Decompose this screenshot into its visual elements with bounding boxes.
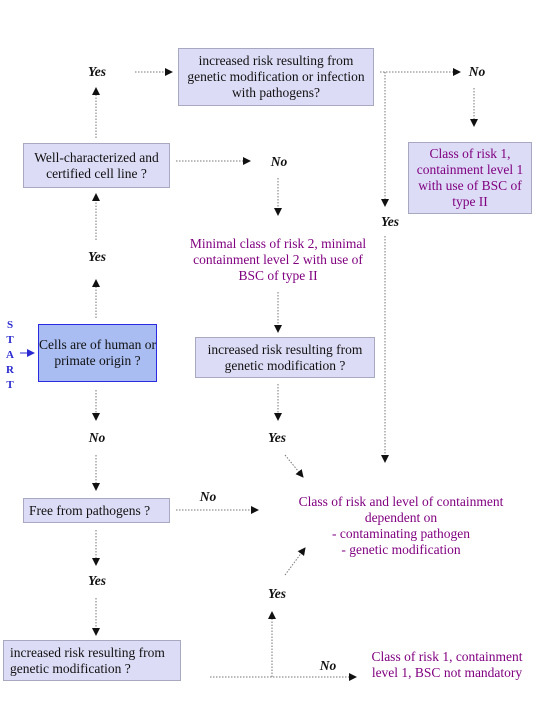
arrow-yes-dependent2 <box>284 454 304 478</box>
label-yes: Yes <box>88 249 106 264</box>
label-no: No <box>199 489 217 504</box>
label-yes: Yes <box>88 64 106 79</box>
outcome-class1-no-bsc: Class of risk 1, containment level 1, BS… <box>371 649 523 680</box>
box-risk-gm-bottom[interactable]: increased risk resulting from genetic mo… <box>3 640 181 681</box>
outcome-dependent-line: - genetic modification <box>341 542 461 557</box>
label-no: No <box>88 430 106 445</box>
outcome-dependent-line: dependent on <box>364 510 438 525</box>
label-yes: Yes <box>381 214 399 229</box>
label-no: No <box>468 64 486 79</box>
box-well-characterized[interactable]: Well-characterized and certified cell li… <box>23 143 170 188</box>
label-yes: Yes <box>268 430 286 445</box>
box-free-pathogens[interactable]: Free from pathogens ? <box>23 498 170 523</box>
label-yes: Yes <box>268 586 286 601</box>
label-yes: Yes <box>88 573 106 588</box>
outcome-dependent: Class of risk and level of containment d… <box>281 494 521 558</box>
box-risk-gm-middle[interactable]: increased risk resulting from genetic mo… <box>195 337 375 378</box>
outcome-dependent-line: Class of risk and level of containment <box>298 494 504 509</box>
label-no: No <box>270 154 288 169</box>
outcome-class1-bsc: Class of risk 1, containment level 1 wit… <box>408 142 532 214</box>
outcome-dependent-line: - contaminating pathogen <box>332 526 470 541</box>
label-no: No <box>319 658 337 673</box>
start-label: START <box>6 319 14 391</box>
box-risk-gm-infection[interactable]: increased risk resulting from genetic mo… <box>178 48 374 106</box>
box-origin[interactable]: Cells are of human or primate origin ? <box>38 324 157 382</box>
outcome-minimal-class2: Minimal class of risk 2, minimal contain… <box>189 236 367 283</box>
